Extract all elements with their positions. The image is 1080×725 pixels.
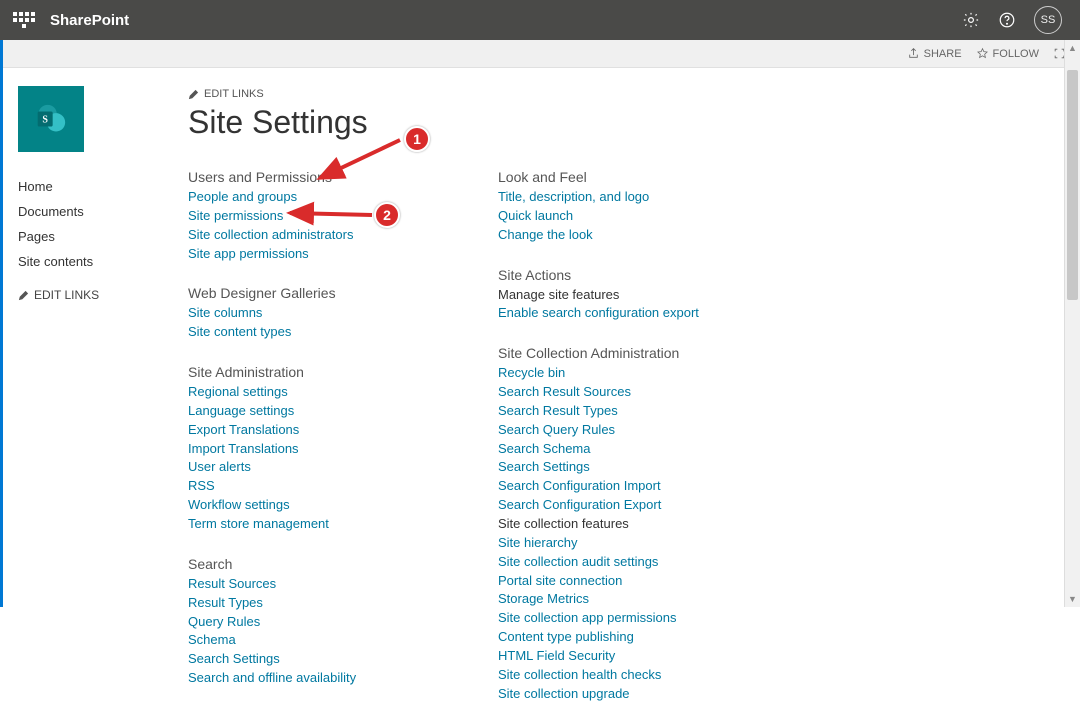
group-heading: Users and Permissions [188,169,458,185]
group-site-administration: Site Administration Regional settings La… [188,364,458,534]
link-site-app-permissions[interactable]: Site app permissions [188,245,458,264]
group-heading: Look and Feel [498,169,768,185]
avatar[interactable]: SS [1034,6,1062,34]
link-storage-metrics[interactable]: Storage Metrics [498,590,768,609]
scrollbar-thumb[interactable] [1067,70,1078,300]
nav-home[interactable]: Home [18,174,188,199]
nav-pages[interactable]: Pages [18,224,188,249]
link-term-store-management[interactable]: Term store management [188,515,458,534]
quick-launch-nav: Home Documents Pages Site contents [18,174,188,274]
settings-column-2: Look and Feel Title, description, and lo… [498,169,768,725]
link-search-offline[interactable]: Search and offline availability [188,669,458,688]
link-rss[interactable]: RSS [188,477,458,496]
link-site-collection-audit[interactable]: Site collection audit settings [498,553,768,572]
group-heading: Site Actions [498,267,768,283]
app-launcher-icon[interactable] [12,8,36,32]
link-site-collection-app-permissions[interactable]: Site collection app permissions [498,609,768,628]
link-quick-launch[interactable]: Quick launch [498,207,768,226]
link-site-collection-health-checks[interactable]: Site collection health checks [498,666,768,685]
group-web-designer-galleries: Web Designer Galleries Site columns Site… [188,285,458,342]
link-site-collection-upgrade[interactable]: Site collection upgrade [498,685,768,704]
link-search-settings[interactable]: Search Settings [188,650,458,669]
share-button[interactable]: SHARE [907,47,962,60]
help-icon[interactable] [998,11,1016,29]
link-regional-settings[interactable]: Regional settings [188,383,458,402]
group-heading: Site Administration [188,364,458,380]
edit-links-top-label: EDIT LINKS [204,88,264,100]
link-search-schema[interactable]: Search Schema [498,440,768,459]
link-html-field-security[interactable]: HTML Field Security [498,647,768,666]
group-site-actions: Site Actions Manage site features Enable… [498,267,768,324]
link-search-config-export[interactable]: Search Configuration Export [498,496,768,515]
group-look-and-feel: Look and Feel Title, description, and lo… [498,169,768,245]
pencil-icon [188,89,199,100]
brand-label: SharePoint [50,12,129,29]
link-site-columns[interactable]: Site columns [188,304,458,323]
star-icon [976,47,989,60]
group-heading: Site Collection Administration [498,345,768,361]
link-search-config-import[interactable]: Search Configuration Import [498,477,768,496]
link-import-translations[interactable]: Import Translations [188,440,458,459]
link-result-types[interactable]: Result Types [188,594,458,613]
edit-links-top[interactable]: EDIT LINKS [188,88,1080,100]
share-label: SHARE [924,48,962,60]
edit-links-label: EDIT LINKS [34,288,99,302]
follow-button[interactable]: FOLLOW [976,47,1039,60]
link-query-rules[interactable]: Query Rules [188,613,458,632]
group-site-collection-admin: Site Collection Administration Recycle b… [498,345,768,703]
static-manage-site-features: Manage site features [498,286,768,305]
page-title: Site Settings [188,104,1080,141]
share-icon [907,47,920,60]
pencil-icon [18,290,29,301]
window-accent [0,0,3,607]
link-result-sources[interactable]: Result Sources [188,575,458,594]
group-users-permissions: Users and Permissions People and groups … [188,169,458,263]
link-change-the-look[interactable]: Change the look [498,226,768,245]
link-workflow-settings[interactable]: Workflow settings [188,496,458,515]
edit-links-nav[interactable]: EDIT LINKS [18,288,188,302]
nav-site-contents[interactable]: Site contents [18,249,188,274]
link-language-settings[interactable]: Language settings [188,402,458,421]
group-heading: Search [188,556,458,572]
link-enable-search-config-export[interactable]: Enable search configuration export [498,304,768,323]
link-portal-site-connection[interactable]: Portal site connection [498,572,768,591]
link-recycle-bin[interactable]: Recycle bin [498,364,768,383]
svg-text:S: S [42,114,48,125]
ribbon: SHARE FOLLOW [0,40,1080,68]
settings-column-1: Users and Permissions People and groups … [188,169,458,725]
sharepoint-logo-icon: S [31,99,71,139]
link-user-alerts[interactable]: User alerts [188,458,458,477]
nav-documents[interactable]: Documents [18,199,188,224]
suite-bar: SharePoint SS [0,0,1080,40]
vertical-scrollbar[interactable]: ▲ ▼ [1064,40,1080,607]
follow-label: FOLLOW [993,48,1039,60]
gear-icon[interactable] [962,11,980,29]
link-site-hierarchy[interactable]: Site hierarchy [498,534,768,553]
site-logo[interactable]: S [18,86,84,152]
link-site-collection-admins[interactable]: Site collection administrators [188,226,458,245]
group-heading: Web Designer Galleries [188,285,458,301]
group-search: Search Result Sources Result Types Query… [188,556,458,688]
link-title-desc-logo[interactable]: Title, description, and logo [498,188,768,207]
scroll-up-arrow-icon[interactable]: ▲ [1065,40,1080,56]
static-site-collection-features: Site collection features [498,515,768,534]
link-schema[interactable]: Schema [188,631,458,650]
link-search-result-sources[interactable]: Search Result Sources [498,383,768,402]
link-search-settings-sc[interactable]: Search Settings [498,458,768,477]
link-site-content-types[interactable]: Site content types [188,323,458,342]
link-content-type-publishing[interactable]: Content type publishing [498,628,768,647]
link-people-groups[interactable]: People and groups [188,188,458,207]
scroll-down-arrow-icon[interactable]: ▼ [1065,591,1080,607]
link-site-permissions[interactable]: Site permissions [188,207,458,226]
link-search-result-types[interactable]: Search Result Types [498,402,768,421]
link-export-translations[interactable]: Export Translations [188,421,458,440]
link-search-query-rules[interactable]: Search Query Rules [498,421,768,440]
